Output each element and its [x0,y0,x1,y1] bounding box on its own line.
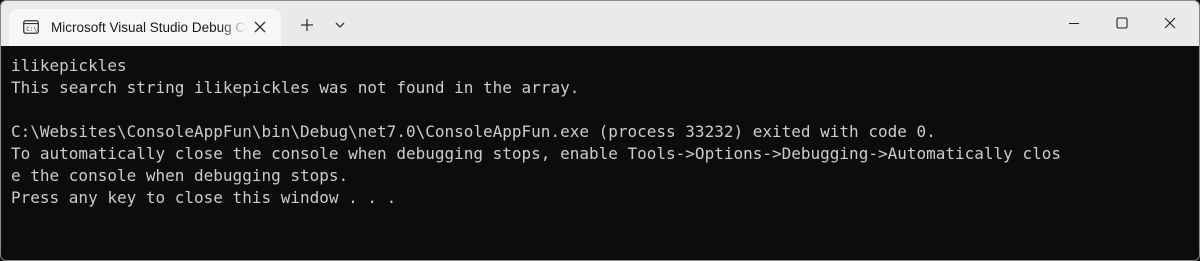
console-line: Press any key to close this window . . . [11,188,397,207]
close-window-button[interactable] [1147,1,1193,46]
new-tab-plus-icon[interactable] [297,15,317,35]
console-line: C:\Websites\ConsoleAppFun\bin\Debug\net7… [11,122,936,141]
console-line: ilikepickles [11,56,127,75]
console-line: To automatically close the console when … [11,144,1061,163]
console-output-area[interactable]: ilikepickles This search string ilikepick… [1,46,1199,260]
terminal-window: C:\ Microsoft Visual Studio Debug Consol… [0,0,1200,261]
console-app-icon: C:\ [23,20,39,34]
tab-debug-console[interactable]: C:\ Microsoft Visual Studio Debug Consol… [9,9,281,46]
svg-text:C:\: C:\ [26,26,37,33]
minimize-icon [1069,22,1079,25]
chevron-down-icon[interactable] [333,18,347,32]
console-line: This search string ilikepickles was not … [11,78,580,97]
tab-title: Microsoft Visual Studio Debug Console [51,20,247,35]
maximize-button[interactable] [1099,1,1145,46]
title-bar[interactable]: C:\ Microsoft Visual Studio Debug Consol… [1,1,1199,46]
minimize-button[interactable] [1051,1,1097,46]
console-line: e the console when debugging stops. [11,166,349,185]
close-tab-icon[interactable] [254,21,266,33]
console-output: ilikepickles This search string ilikepick… [11,55,1191,209]
close-icon [1164,17,1176,29]
maximize-icon [1116,17,1128,29]
